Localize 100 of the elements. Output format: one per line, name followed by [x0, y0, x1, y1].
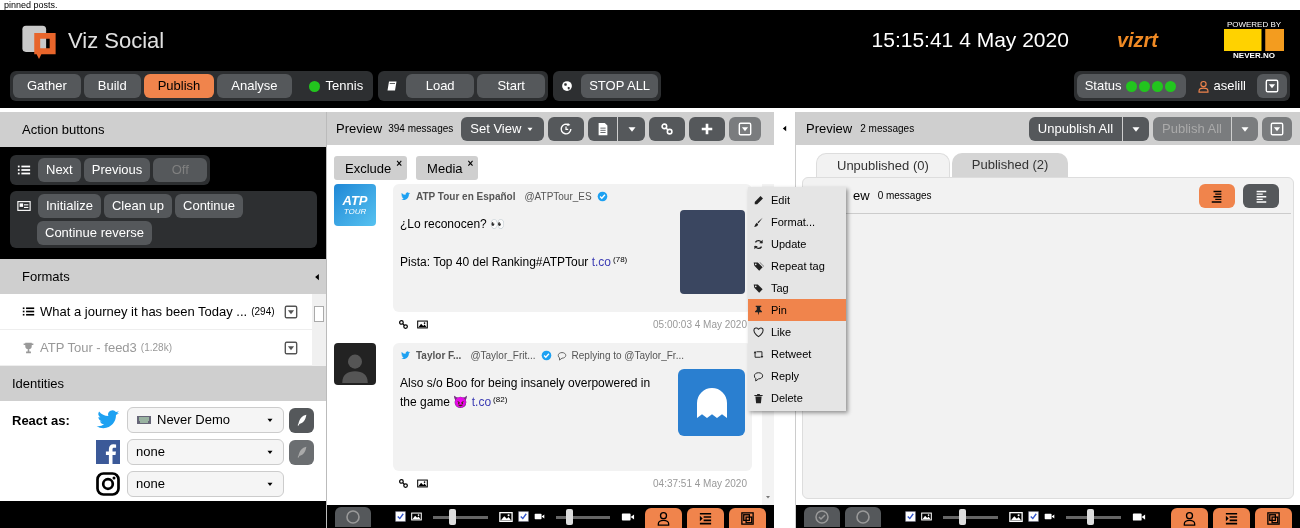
remove-icon[interactable]: × [467, 159, 474, 169]
nav-tab[interactable]: Gather [13, 74, 81, 98]
check-circle-icon [814, 508, 830, 525]
post-text: Also s/o Boo for being insanely overpowered in the game 😈 t.co $^{(82)}$ [400, 375, 652, 411]
account-select[interactable]: Never Demo [127, 407, 284, 433]
action-button[interactable]: Continue [175, 194, 244, 218]
document-menu-button[interactable] [618, 116, 646, 141]
slider-thumb[interactable] [566, 508, 574, 525]
compose-button[interactable] [289, 407, 314, 433]
dropdown-icon [284, 340, 298, 355]
approve-button[interactable] [804, 506, 840, 527]
collapse-button[interactable] [1262, 116, 1292, 141]
image-icon [410, 511, 422, 522]
nav-tab[interactable]: Analyse [217, 74, 292, 98]
slider-thumb[interactable] [448, 508, 456, 525]
message-count: 2 messages [860, 122, 915, 136]
slider[interactable] [1063, 508, 1124, 525]
filter-chip[interactable]: Exclude × [334, 156, 408, 180]
add-button[interactable] [689, 116, 726, 141]
tab[interactable]: Unpublished (0) [816, 153, 950, 177]
logo-text: TOUR [343, 206, 367, 216]
image-icon [498, 509, 513, 524]
unpublish-menu-button[interactable] [1123, 116, 1149, 141]
checkbox-icon [394, 511, 406, 522]
document-button[interactable] [588, 116, 618, 141]
history-button[interactable] [548, 116, 585, 141]
person-icon [656, 510, 672, 526]
menu-item[interactable]: Tag [748, 277, 846, 299]
post-time: 05:00:03 4 May 2020 [653, 317, 747, 332]
message-count: 394 messages [388, 122, 454, 136]
nav-tab[interactable]: Build [83, 74, 141, 98]
nav-tab[interactable]: Publish [143, 74, 215, 98]
crop-button[interactable] [1255, 508, 1292, 528]
slider[interactable] [940, 508, 1001, 525]
menu-item[interactable]: Edit [748, 189, 846, 211]
indent-button[interactable] [687, 508, 725, 528]
unpublish-all-button[interactable]: Unpublish All [1028, 116, 1122, 141]
set-view-button[interactable]: Set View [461, 116, 545, 141]
circle-icon [344, 508, 361, 525]
menu-item[interactable]: Like [748, 321, 846, 343]
action-button[interactable]: Next [38, 158, 81, 182]
menu-item[interactable]: Delete [748, 387, 846, 409]
publish-menu-button[interactable] [1232, 116, 1258, 141]
stop-all-button[interactable]: STOP ALL [581, 74, 659, 98]
toggle-button[interactable] [335, 506, 371, 527]
image-icon [417, 318, 428, 330]
menu-item[interactable]: Retweet [748, 343, 846, 365]
link-icon [398, 477, 409, 489]
post-link[interactable]: t.co [591, 255, 612, 269]
trophy-icon [22, 341, 35, 354]
id-card-icon [17, 199, 31, 213]
camera-icon [96, 472, 120, 496]
post-text: ¿Lo reconocen? 👀 [400, 216, 507, 233]
trash-icon [753, 392, 764, 404]
nav-button[interactable]: Start [477, 74, 546, 98]
bird-icon [400, 350, 411, 361]
toggle-button[interactable] [845, 506, 881, 527]
speech-bubble-icon [556, 350, 567, 361]
link-button[interactable] [649, 116, 686, 141]
account-select[interactable]: none [127, 439, 284, 465]
author-name: ATP Tour en Español [416, 190, 516, 204]
menu-item[interactable]: Reply [748, 365, 846, 387]
menu-item[interactable]: Pin [748, 299, 846, 321]
menu-item[interactable]: Update [748, 233, 846, 255]
account-select[interactable]: none [127, 471, 284, 497]
filter-chip[interactable]: Media × [416, 156, 479, 180]
dropdown-icon [1270, 121, 1284, 136]
action-button[interactable]: Initialize [38, 194, 101, 218]
select-value: none [136, 475, 166, 494]
user-button[interactable] [1171, 508, 1208, 528]
tab[interactable]: Published (2) [951, 153, 1069, 177]
collapse-button[interactable] [729, 116, 762, 141]
checkbox[interactable] [905, 511, 916, 522]
user-menu-button[interactable] [1257, 74, 1287, 98]
remove-icon[interactable]: × [396, 159, 403, 169]
plus-icon [700, 121, 715, 136]
format-row[interactable]: What a journey it has been Today ... (294) [0, 294, 312, 330]
action-button[interactable]: Clean up [103, 194, 172, 218]
action-button[interactable]: Continue reverse [37, 221, 152, 245]
logo-text: ATP [342, 194, 368, 207]
align-right-button[interactable] [1199, 183, 1235, 208]
checkbox[interactable] [517, 511, 529, 522]
menu-item[interactable]: Format... [748, 211, 846, 233]
post-link[interactable]: t.co [471, 395, 492, 409]
globe-icon [561, 80, 574, 92]
action-button[interactable]: Previous [83, 158, 151, 182]
dropdown-icon [738, 121, 753, 136]
bird-icon [400, 191, 411, 202]
indent-button[interactable] [1213, 508, 1250, 528]
checkbox[interactable] [394, 511, 406, 522]
crop-button[interactable] [729, 508, 766, 528]
align-left-button[interactable] [1243, 183, 1279, 208]
slider-thumb[interactable] [958, 508, 966, 525]
status-label: Status [1084, 77, 1122, 96]
panel-title: ew [853, 186, 870, 205]
nav-button[interactable]: Load [406, 74, 475, 98]
checkbox[interactable] [1028, 511, 1039, 522]
slider-thumb[interactable] [1087, 508, 1095, 525]
user-button[interactable] [645, 508, 683, 528]
menu-item[interactable]: Repeat tag [748, 255, 846, 277]
